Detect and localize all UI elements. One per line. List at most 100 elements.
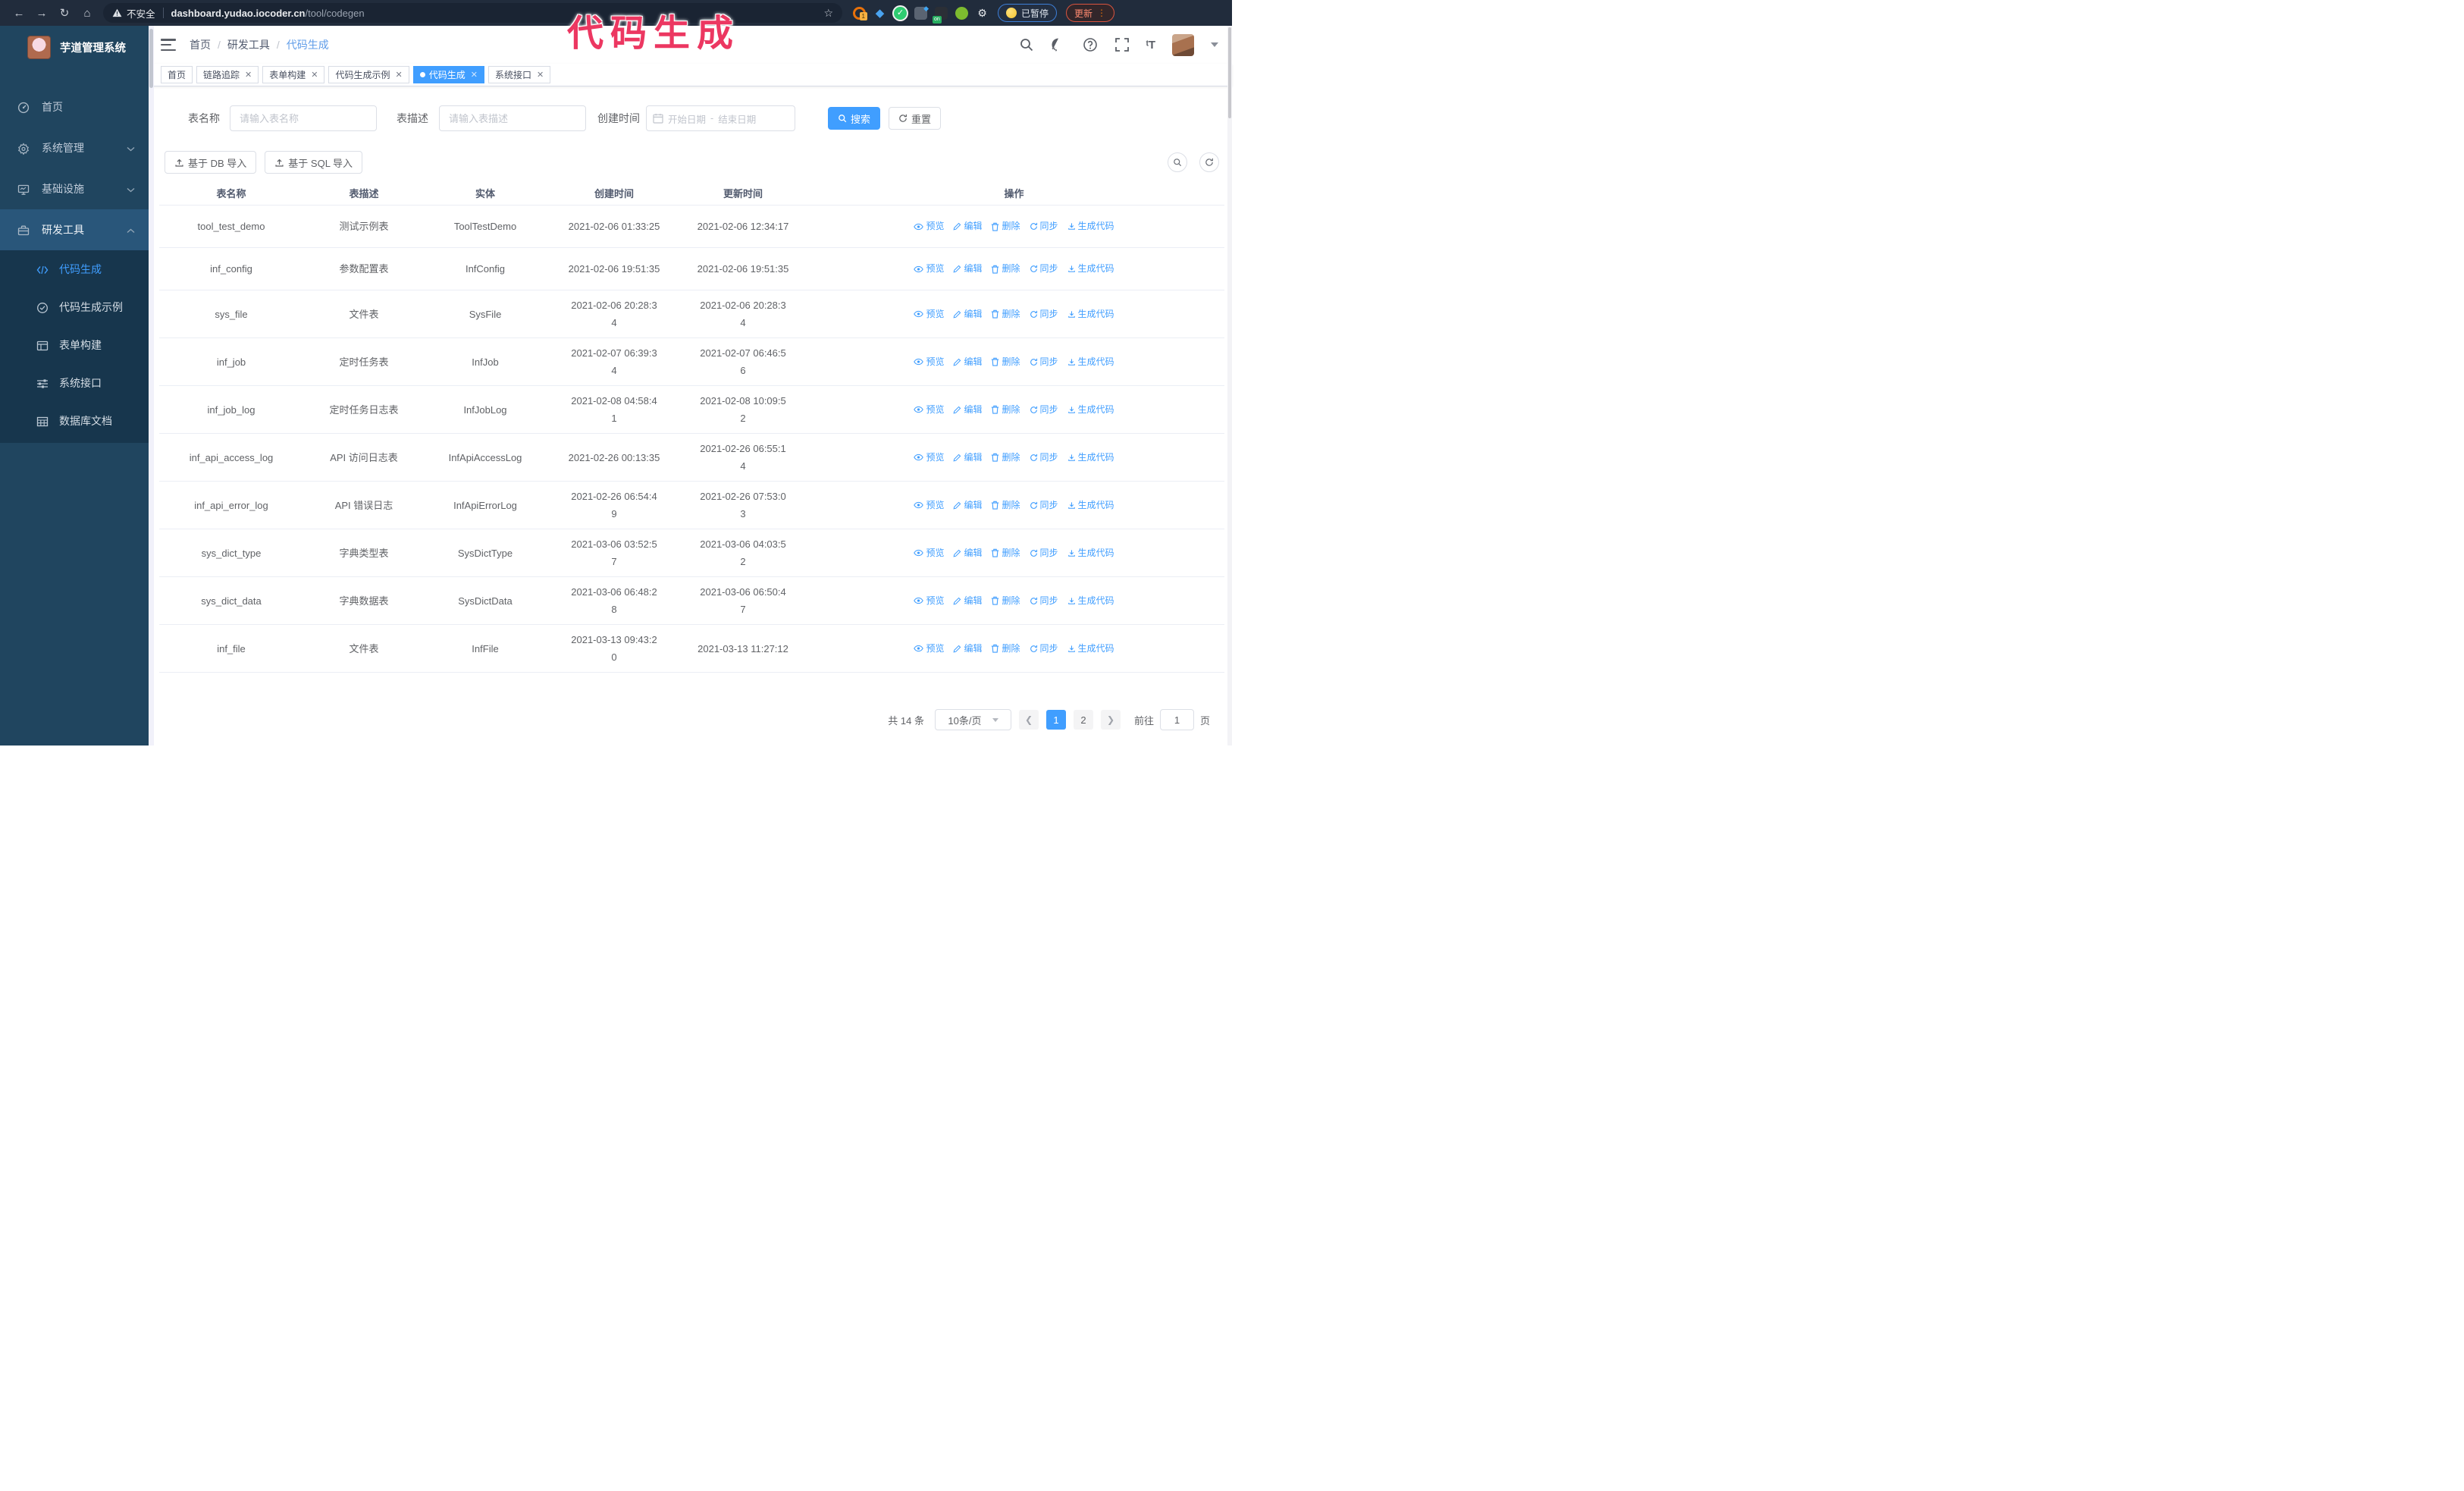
extension-icon-1[interactable]: 1 (853, 6, 867, 20)
delete-link[interactable]: 删除 (991, 218, 1020, 235)
close-icon[interactable]: ✕ (396, 70, 403, 80)
delete-link[interactable]: 删除 (991, 640, 1020, 658)
toggle-search-button[interactable] (1168, 152, 1187, 172)
hamburger-icon[interactable] (161, 39, 176, 51)
extensions-puzzle-icon[interactable]: ⚙ (976, 7, 989, 20)
edit-link[interactable]: 编辑 (953, 260, 982, 278)
sync-link[interactable]: 同步 (1030, 353, 1058, 371)
sync-link[interactable]: 同步 (1030, 306, 1058, 323)
tab[interactable]: 代码生成示例 ✕ (328, 66, 409, 83)
generate-code-link[interactable]: 生成代码 (1067, 306, 1114, 323)
generate-code-link[interactable]: 生成代码 (1067, 640, 1114, 658)
sidebar-item-form-builder[interactable]: 表单构建 (0, 326, 149, 364)
content-scrollbar[interactable] (149, 26, 154, 746)
help-icon[interactable] (1083, 37, 1098, 52)
sync-link[interactable]: 同步 (1030, 592, 1058, 610)
close-icon[interactable]: ✕ (537, 70, 544, 80)
edit-link[interactable]: 编辑 (953, 353, 982, 371)
tab[interactable]: 链路追踪 ✕ (196, 66, 259, 83)
sidebar-item-system[interactable]: 系统管理 (0, 127, 149, 168)
edit-link[interactable]: 编辑 (953, 640, 982, 658)
tab[interactable]: 代码生成 ✕ (412, 66, 484, 83)
edit-link[interactable]: 编辑 (953, 401, 982, 419)
tab[interactable]: 首页 (161, 66, 193, 83)
sidebar-item-db-doc[interactable]: 数据库文档 (0, 402, 149, 440)
extension-icon-2[interactable]: ◆ (873, 7, 886, 20)
generate-code-link[interactable]: 生成代码 (1067, 592, 1114, 610)
generate-code-link[interactable]: 生成代码 (1067, 545, 1114, 562)
preview-link[interactable]: 预览 (914, 353, 944, 371)
extension-icon-3[interactable]: ✓ (894, 6, 907, 20)
sync-link[interactable]: 同步 (1030, 497, 1058, 514)
preview-link[interactable]: 预览 (914, 592, 944, 610)
bookmark-star-icon[interactable]: ☆ (823, 7, 833, 20)
user-caret-icon[interactable] (1211, 42, 1218, 47)
delete-link[interactable]: 删除 (991, 260, 1020, 278)
security-warning[interactable]: 不安全 (112, 6, 155, 20)
generate-code-link[interactable]: 生成代码 (1067, 449, 1114, 466)
delete-link[interactable]: 删除 (991, 545, 1020, 562)
close-icon[interactable]: ✕ (311, 70, 318, 80)
edit-link[interactable]: 编辑 (953, 449, 982, 466)
edit-link[interactable]: 编辑 (953, 592, 982, 610)
reset-button[interactable]: 重置 (889, 107, 942, 130)
preview-link[interactable]: 预览 (914, 640, 944, 658)
generate-code-link[interactable]: 生成代码 (1067, 497, 1114, 514)
generate-code-link[interactable]: 生成代码 (1067, 401, 1114, 419)
delete-link[interactable]: 删除 (991, 353, 1020, 371)
home-icon[interactable]: ⌂ (76, 7, 99, 20)
delete-link[interactable]: 删除 (991, 449, 1020, 466)
delete-link[interactable]: 删除 (991, 306, 1020, 323)
window-scrollbar[interactable] (1227, 26, 1232, 746)
sidebar-item-home[interactable]: 首页 (0, 86, 149, 127)
extension-icon-5[interactable]: on (933, 6, 948, 24)
fullscreen-icon[interactable] (1114, 37, 1130, 52)
close-icon[interactable]: ✕ (471, 70, 478, 80)
db-import-button[interactable]: 基于 DB 导入 (165, 151, 257, 174)
sidebar-item-codegen-example[interactable]: 代码生成示例 (0, 288, 149, 326)
sidebar-item-codegen[interactable]: 代码生成 (0, 250, 149, 288)
github-icon[interactable] (1051, 37, 1066, 52)
search-icon[interactable] (1019, 37, 1034, 52)
generate-code-link[interactable]: 生成代码 (1067, 218, 1114, 235)
sync-link[interactable]: 同步 (1030, 401, 1058, 419)
generate-code-link[interactable]: 生成代码 (1067, 353, 1114, 371)
kebab-menu-icon[interactable]: ⋮ (1097, 8, 1106, 18)
tab[interactable]: 表单构建 ✕ (262, 66, 325, 83)
reload-icon[interactable]: ↻ (53, 6, 76, 20)
preview-link[interactable]: 预览 (914, 449, 944, 466)
date-range-picker[interactable]: 开始日期 - 结束日期 (646, 105, 795, 131)
sidebar-item-system-api[interactable]: 系统接口 (0, 364, 149, 402)
page-button[interactable]: 1 (1045, 710, 1066, 730)
close-icon[interactable]: ✕ (245, 70, 252, 80)
sync-link[interactable]: 同步 (1030, 449, 1058, 466)
font-size-icon[interactable]: ᵗT (1146, 39, 1155, 52)
avatar[interactable] (1172, 33, 1194, 56)
extension-icon-4[interactable] (914, 5, 929, 20)
page-button[interactable]: 2 (1073, 710, 1093, 730)
prev-page-button[interactable]: ❮ (1018, 710, 1039, 730)
sync-link[interactable]: 同步 (1030, 218, 1058, 235)
preview-link[interactable]: 预览 (914, 497, 944, 514)
table-name-input[interactable] (230, 105, 377, 131)
preview-link[interactable]: 预览 (914, 401, 944, 419)
edit-link[interactable]: 编辑 (953, 545, 982, 562)
update-chip[interactable]: 更新 ⋮ (1066, 4, 1115, 22)
edit-link[interactable]: 编辑 (953, 218, 982, 235)
sql-import-button[interactable]: 基于 SQL 导入 (265, 151, 363, 174)
goto-page-input[interactable] (1159, 709, 1194, 730)
breadcrumb-devtools[interactable]: 研发工具 (227, 37, 270, 52)
refresh-table-button[interactable] (1199, 152, 1219, 172)
extension-icon-6[interactable] (955, 6, 968, 20)
delete-link[interactable]: 删除 (991, 592, 1020, 610)
preview-link[interactable]: 预览 (914, 545, 944, 562)
sync-link[interactable]: 同步 (1030, 260, 1058, 278)
delete-link[interactable]: 删除 (991, 401, 1020, 419)
preview-link[interactable]: 预览 (914, 218, 944, 235)
sync-link[interactable]: 同步 (1030, 640, 1058, 658)
edit-link[interactable]: 编辑 (953, 306, 982, 323)
breadcrumb-home[interactable]: 首页 (190, 37, 211, 52)
preview-link[interactable]: 预览 (914, 306, 944, 323)
forward-icon[interactable]: → (30, 7, 53, 20)
app-logo-row[interactable]: 芋道管理系统 (0, 26, 149, 68)
